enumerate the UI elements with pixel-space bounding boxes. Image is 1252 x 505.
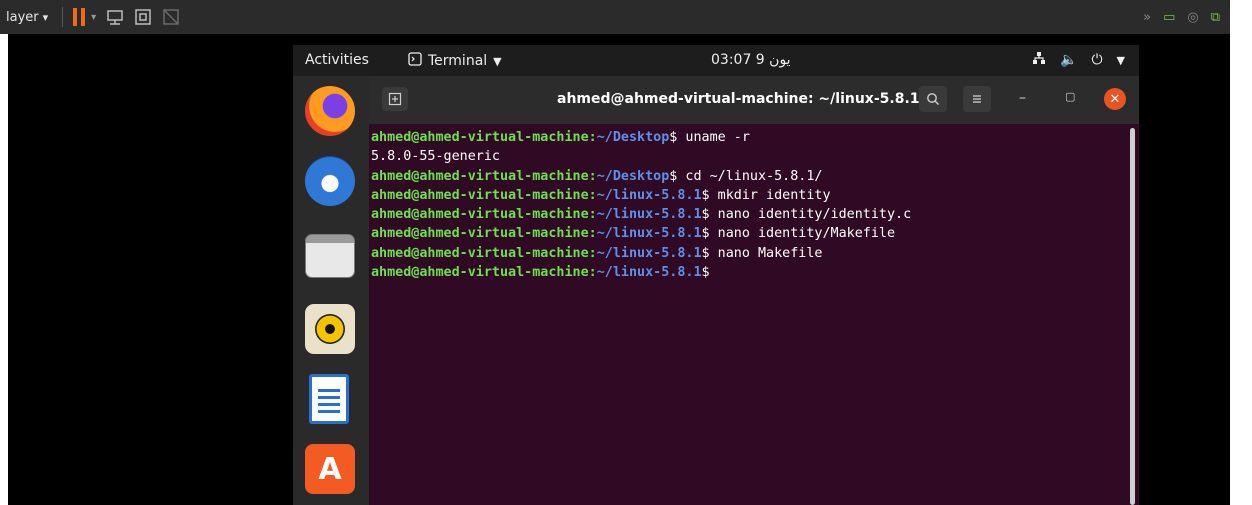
terminal-line: ahmed@ahmed-virtual-machine:~/Desktop$ c… bbox=[371, 168, 823, 184]
firefox-icon[interactable] bbox=[305, 86, 355, 136]
terminal-line: ahmed@ahmed-virtual-machine:~/Desktop$ u… bbox=[371, 130, 750, 145]
terminal-lines: ahmed@ahmed-virtual-machine:~/Desktop$ u… bbox=[371, 128, 911, 282]
activities-button[interactable]: Activities bbox=[305, 52, 369, 68]
fast-forward-icon[interactable]: » bbox=[1143, 10, 1151, 25]
ubuntu-software-icon[interactable]: A bbox=[305, 444, 355, 494]
new-tab-icon bbox=[388, 92, 402, 106]
cd-drive-icon[interactable]: ◎ bbox=[1187, 10, 1198, 25]
terminal-scrollbar[interactable] bbox=[1130, 128, 1135, 505]
unity-mode-icon[interactable] bbox=[162, 8, 180, 26]
terminal-line: 5.8.0-55-generic bbox=[371, 149, 500, 165]
search-button[interactable] bbox=[919, 86, 947, 112]
thunderbird-icon[interactable] bbox=[305, 156, 355, 206]
terminal-line: ahmed@ahmed-virtual-machine:~/linux-5.8.… bbox=[371, 245, 823, 261]
pause-button[interactable]: ▾ bbox=[73, 8, 96, 26]
power-icon: ⏻ bbox=[1091, 52, 1103, 68]
app-menu-label: Terminal bbox=[428, 53, 488, 69]
system-menu[interactable]: 🔈 ⏻ ▼ bbox=[1032, 51, 1125, 69]
hamburger-menu-button[interactable] bbox=[963, 86, 991, 112]
close-icon[interactable]: ✕ bbox=[1104, 88, 1126, 110]
toolbar-divider bbox=[62, 7, 64, 27]
gnome-top-bar: Activities Terminal ▼ 03:07 9 يون 🔈 ⏻ ▼ bbox=[293, 45, 1139, 76]
files-icon[interactable] bbox=[305, 234, 355, 278]
maximize-icon[interactable]: ▢ bbox=[1065, 90, 1075, 103]
minimize-icon[interactable]: – bbox=[1019, 90, 1026, 106]
terminal-line: ahmed@ahmed-virtual-machine:~/linux-5.8.… bbox=[371, 207, 912, 223]
terminal-line: ahmed@ahmed-virtual-machine:~/linux-5.8.… bbox=[371, 265, 710, 281]
chevron-down-icon: ▼ bbox=[1116, 53, 1125, 67]
pause-icon bbox=[73, 8, 86, 26]
terminal-line: ahmed@ahmed-virtual-machine:~/linux-5.8.… bbox=[371, 226, 896, 242]
app-menu[interactable]: Terminal ▼ bbox=[408, 52, 502, 70]
chevron-down-icon: ▾ bbox=[42, 10, 49, 24]
fullscreen-icon[interactable] bbox=[134, 8, 152, 26]
new-tab-button[interactable] bbox=[382, 87, 408, 111]
terminal-line: ahmed@ahmed-virtual-machine:~/linux-5.8.… bbox=[371, 187, 831, 203]
volume-icon: 🔈 bbox=[1060, 52, 1078, 68]
window-title: ahmed@ahmed-virtual-machine: ~/linux-5.8… bbox=[557, 91, 920, 107]
terminal-headerbar[interactable]: ahmed@ahmed-virtual-machine: ~/linux-5.8… bbox=[369, 76, 1139, 124]
terminal-output[interactable]: ahmed@ahmed-virtual-machine:~/Desktop$ u… bbox=[369, 124, 1139, 505]
ubuntu-dock: A bbox=[293, 76, 369, 505]
hard-disk-icon[interactable]: ▭ bbox=[1163, 10, 1175, 25]
chevron-down-icon: ▾ bbox=[91, 11, 97, 23]
search-icon bbox=[927, 93, 939, 105]
terminal-icon bbox=[408, 52, 422, 70]
vm-device-status: » ▭ ◎ ⧉ bbox=[1143, 0, 1220, 34]
vm-host-toolbar: layer ▾ ▾ » ▭ ◎ ⧉ bbox=[0, 0, 1230, 34]
chevron-down-icon: ▼ bbox=[493, 54, 502, 68]
rhythmbox-icon[interactable] bbox=[305, 304, 355, 354]
player-menu-label: layer bbox=[6, 9, 39, 25]
player-menu[interactable]: layer ▾ bbox=[6, 10, 48, 25]
libreoffice-writer-icon[interactable] bbox=[309, 374, 349, 424]
hamburger-icon bbox=[973, 95, 981, 103]
send-ctrl-alt-del-icon[interactable] bbox=[106, 8, 124, 26]
network-icon bbox=[1032, 51, 1046, 69]
clock[interactable]: 03:07 9 يون bbox=[711, 52, 791, 68]
network-adapter-icon[interactable]: ⧉ bbox=[1211, 10, 1220, 25]
